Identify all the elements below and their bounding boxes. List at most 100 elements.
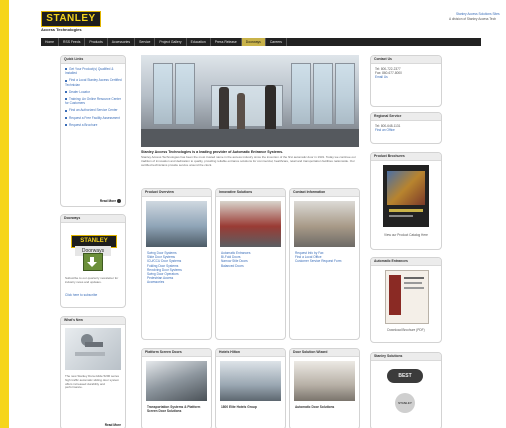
feature-panel-image[interactable]	[220, 361, 281, 401]
quick-link-label[interactable]: Find an Authorized Service Center	[69, 108, 118, 112]
quick-link-label[interactable]: Dealer Locator	[69, 90, 90, 94]
contact-line[interactable]: Find an Office	[375, 128, 437, 132]
automatic-entrances-heading: Automatic Entrances	[371, 258, 441, 266]
whats-new-text: The new Stanley Dura-Glide 5200 series h…	[65, 374, 120, 390]
doorways-heading: Doorways	[61, 215, 125, 223]
catalog-caption[interactable]: View our Product Catalog Here	[377, 233, 435, 237]
center-panel-link[interactable]: Balanced Doors	[221, 264, 281, 268]
intro-title: Stanley Access Technologies is a leading…	[141, 150, 284, 154]
hero-image	[141, 55, 359, 147]
best-logo[interactable]: BEST	[387, 369, 423, 383]
arrow-circle-icon	[117, 199, 121, 203]
quick-link-label[interactable]: Get Your Product(s) Qualified & Installe…	[65, 67, 113, 75]
hero-glass-pane	[313, 63, 333, 125]
nav-item[interactable]: Products	[85, 38, 108, 46]
nav-item[interactable]: Project Gallery	[155, 38, 187, 46]
quick-link-label[interactable]: Request a Free Facility Assessment	[69, 116, 120, 120]
bullet-icon	[65, 98, 67, 101]
center-panel-heading: Product Overview	[142, 189, 211, 197]
quick-links-box: Quick Links Get Your Product(s) Qualifie…	[60, 55, 126, 207]
center-panel-links: Swing Door Systems Slide Door Systems ICU/…	[147, 251, 207, 285]
feature-panel-heading: Platform Screen Doors	[142, 349, 211, 357]
catalog-cover-image[interactable]	[383, 165, 429, 227]
center-panel-links: Request Info by Fax Find a Local Office Cu…	[295, 251, 355, 264]
doorways-text: Subscribe to our quarterly newsletter fo…	[65, 276, 119, 284]
brochures-heading: Product Brochures	[371, 153, 441, 161]
center-panel-image[interactable]	[220, 201, 281, 247]
bullet-icon	[65, 68, 67, 71]
nav-item[interactable]: Doorways	[241, 38, 266, 46]
page: STANLEY Access Technologies Stanley Acce…	[9, 0, 506, 428]
doorways-box: Doorways STANLEY Doorways Subscribe to o…	[60, 214, 126, 308]
whats-new-image	[65, 328, 121, 370]
feature-panel-caption[interactable]: Transportation Systems & Platform Screen…	[147, 405, 207, 413]
hero-person	[237, 93, 245, 131]
nav-item[interactable]: Service	[135, 38, 156, 46]
feature-panel-heading: Door Solution Wizard	[290, 349, 359, 357]
support-lines: Tel: 800-648-1131 Find an Office	[371, 121, 441, 135]
feature-panel: Hotels Hilton 1800 Elite Hotels Group	[215, 348, 286, 428]
nav-item[interactable]: Home	[41, 38, 60, 46]
contact-lines: Tel: 800-722-2377 Fax: 860-677-8000 Email …	[371, 64, 441, 83]
top-link-sites[interactable]: Stanley Access Solutions Sites	[456, 12, 500, 16]
doorways-badge[interactable]: STANLEY Doorways	[71, 227, 117, 271]
quick-links-list: Get Your Product(s) Qualified & Installe…	[61, 64, 125, 127]
top-link-division[interactable]: A division of Stanley Access Tech	[449, 17, 496, 21]
center-panel-link[interactable]: Accessories	[147, 280, 207, 284]
main-nav: Home RSS Feeds Products Accessories Service P…	[41, 38, 481, 46]
nav-item[interactable]: Press Release	[211, 38, 242, 46]
hero-glass-pane	[175, 63, 195, 125]
center-panel: Product Overview Swing Door Systems Slide …	[141, 188, 212, 340]
feature-panel-image[interactable]	[146, 361, 207, 401]
logo-subtitle: Access Technologies	[41, 27, 82, 32]
contact-line[interactable]: Email Us	[375, 75, 437, 79]
center-panel-heading: Contact Information	[290, 189, 359, 197]
center-panel-image[interactable]	[294, 201, 355, 247]
quick-link-label[interactable]: Training: An Online Resource Center for …	[65, 97, 121, 105]
feature-panel-image[interactable]	[294, 361, 355, 401]
stanley-seal-logo[interactable]: STANLEY	[395, 393, 415, 413]
quick-link-label[interactable]: Request a Brochure	[69, 123, 97, 127]
regional-service-box: Regional Service Tel: 800-648-1131 Find a…	[370, 112, 442, 144]
contact-heading: Contact Us	[371, 56, 441, 64]
feature-panel: Door Solution Wizard Automatic Door Solut…	[289, 348, 360, 428]
nav-item[interactable]: Careers	[266, 38, 287, 46]
hero-floor	[141, 129, 359, 147]
quick-links-heading: Quick Links	[61, 56, 125, 64]
hero-person	[219, 87, 229, 131]
quick-link-label[interactable]: Find a Local Stanley Access Certified Te…	[65, 78, 122, 86]
brochure-download-link[interactable]: Download Brochure (PDF)	[375, 328, 437, 332]
quick-link-item[interactable]: Get Your Product(s) Qualified & Installe…	[65, 67, 122, 75]
nav-item[interactable]: RSS Feeds	[59, 38, 86, 46]
brochure-cover-image[interactable]	[385, 270, 429, 324]
bullet-icon	[65, 123, 67, 126]
whats-new-heading: What's New	[61, 317, 125, 325]
feature-panel: Platform Screen Doors Transportation Syst…	[141, 348, 212, 428]
center-panel-link[interactable]: Customer Service Request Form	[295, 259, 355, 263]
center-panel-links: Automatic Entrances Bi-Fold Doors Narrow S…	[221, 251, 281, 268]
hero-glass-pane	[335, 63, 355, 125]
feature-panel-caption[interactable]: 1800 Elite Hotels Group	[221, 405, 281, 409]
quick-links-more[interactable]: Read More	[100, 199, 121, 203]
feature-panel-heading: Hotels Hilton	[216, 349, 285, 357]
center-panel-heading: Innovative Solutions	[216, 189, 285, 197]
whats-new-more[interactable]: Read More	[105, 423, 121, 427]
doorways-subscribe-link[interactable]: Click here to subscribe	[65, 293, 121, 297]
download-icon	[83, 253, 103, 271]
quick-link-item[interactable]: Dealer Locator	[65, 90, 122, 94]
stanley-logo[interactable]: STANLEY	[41, 11, 101, 27]
nav-item[interactable]: Education	[187, 38, 211, 46]
quick-link-item[interactable]: Find an Authorized Service Center	[65, 108, 122, 112]
quick-link-item[interactable]: Training: An Online Resource Center for …	[65, 97, 122, 105]
automatic-entrances-box: Automatic Entrances Download Brochure (P…	[370, 257, 442, 343]
nav-item[interactable]: Accessories	[108, 38, 136, 46]
regional-service-heading: Regional Service	[371, 113, 441, 121]
quick-link-item[interactable]: Find a Local Stanley Access Certified Te…	[65, 78, 122, 87]
center-panel-image[interactable]	[146, 201, 207, 247]
contact-box: Contact Us Tel: 800-722-2377 Fax: 860-677…	[370, 55, 442, 107]
quick-link-item[interactable]: Request a Free Facility Assessment	[65, 116, 122, 120]
solutions-heading: Stanley Solutions	[371, 353, 441, 361]
feature-panel-caption[interactable]: Automatic Door Solutions	[295, 405, 355, 409]
center-panel: Innovative Solutions Automatic Entrances B…	[215, 188, 286, 340]
quick-link-item[interactable]: Request a Brochure	[65, 123, 122, 127]
